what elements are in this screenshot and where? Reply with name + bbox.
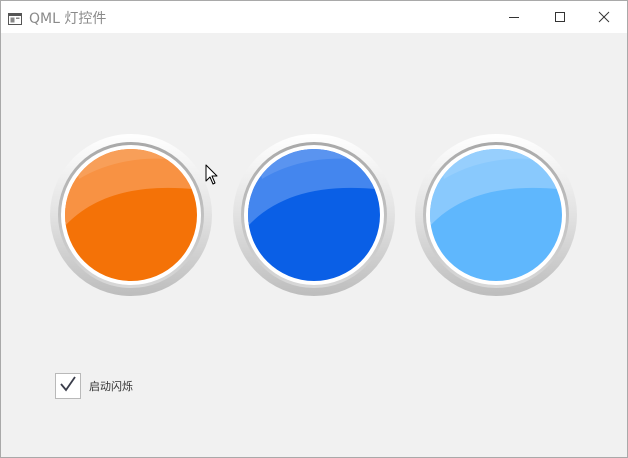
mouse-pointer-icon bbox=[205, 164, 219, 186]
app-window-icon bbox=[8, 10, 22, 25]
light-blue-lamp bbox=[414, 133, 578, 297]
checkmark-icon bbox=[58, 374, 78, 398]
main-window: QML 灯控件 启动闪烁 bbox=[0, 0, 628, 458]
orange-lamp bbox=[49, 133, 213, 297]
blink-checkbox-label: 启动闪烁 bbox=[89, 380, 133, 393]
maximize-button[interactable] bbox=[537, 1, 583, 33]
window-title: QML 灯控件 bbox=[29, 11, 107, 27]
blink-checkbox[interactable]: 启动闪烁 bbox=[55, 373, 133, 399]
content-area: 启动闪烁 bbox=[1, 33, 627, 457]
checkbox-box[interactable] bbox=[55, 373, 81, 399]
minimize-icon bbox=[508, 8, 520, 27]
blue-lamp bbox=[232, 133, 396, 297]
minimize-button[interactable] bbox=[491, 1, 537, 33]
close-button[interactable] bbox=[581, 1, 627, 33]
title-bar[interactable]: QML 灯控件 bbox=[1, 1, 627, 33]
maximize-icon bbox=[554, 8, 566, 27]
close-icon bbox=[598, 8, 610, 27]
